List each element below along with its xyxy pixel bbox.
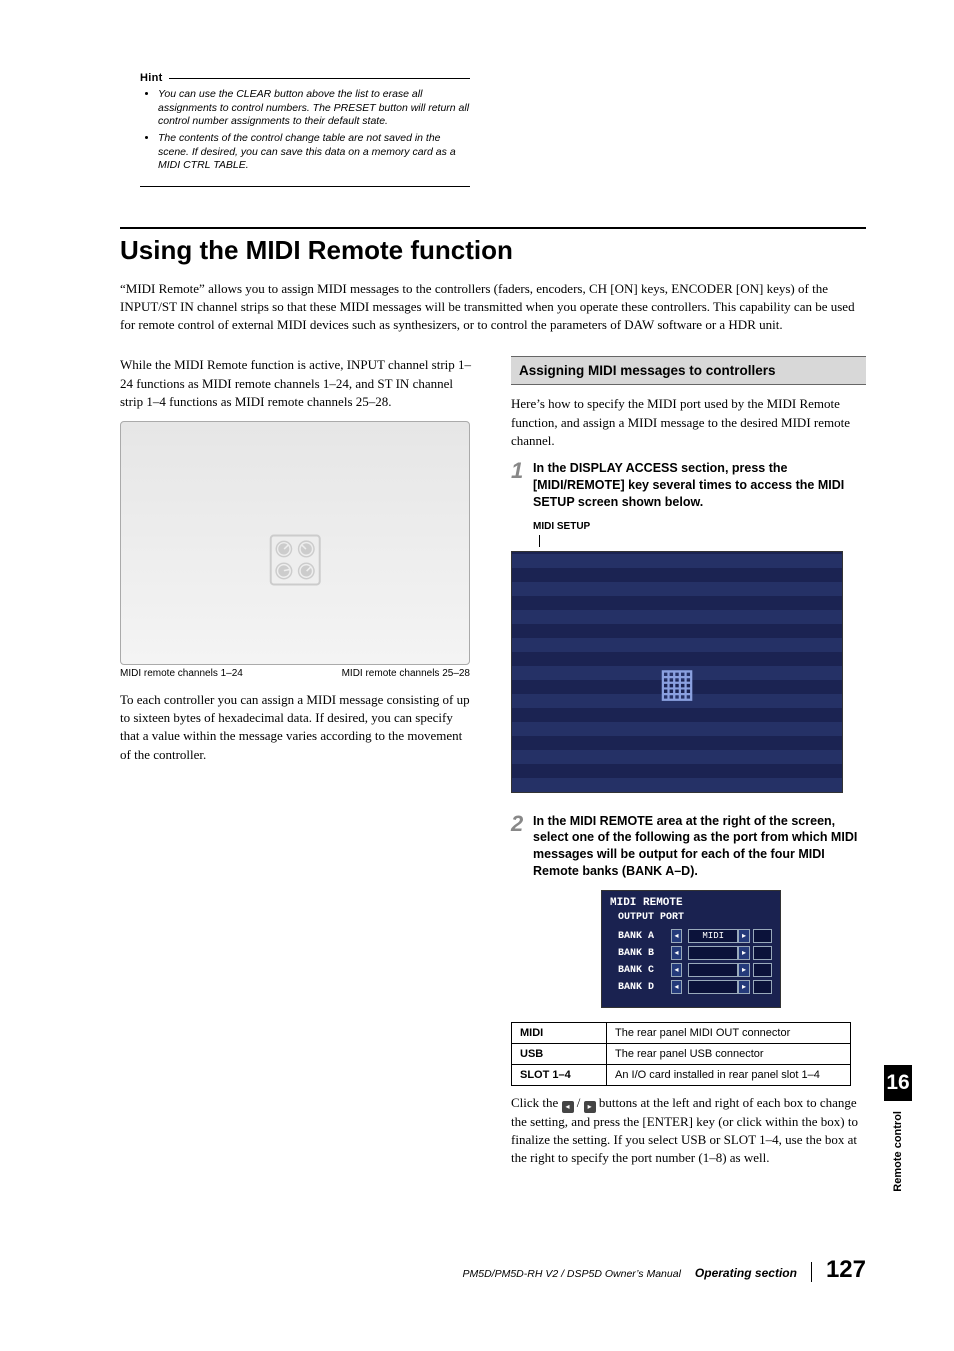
hint-block: Hint You can use the CLEAR button above … bbox=[140, 72, 470, 187]
step-number: 1 bbox=[511, 460, 533, 511]
bank-row: BANK A ◂ MIDI ▸ bbox=[610, 929, 772, 943]
prev-icon[interactable]: ◂ bbox=[671, 980, 683, 994]
page-number: 127 bbox=[826, 1256, 866, 1284]
right-arrow-icon: ▸ bbox=[584, 1101, 596, 1113]
table-row: SLOT 1–4 An I/O card installed in rear p… bbox=[512, 1065, 851, 1086]
step-text: In the MIDI REMOTE area at the right of … bbox=[533, 813, 866, 881]
console-illustration: 🎛 bbox=[120, 421, 470, 665]
prev-icon[interactable]: ◂ bbox=[671, 946, 683, 960]
port-num[interactable] bbox=[753, 980, 772, 994]
panel-title: MIDI REMOTE bbox=[610, 897, 772, 909]
body-text: Click the ◂ / ▸ buttons at the left and … bbox=[511, 1094, 866, 1168]
table-row: MIDI The rear panel MIDI OUT connector bbox=[512, 1023, 851, 1044]
port-num[interactable] bbox=[753, 963, 772, 977]
screen-label: MIDI SETUP bbox=[533, 521, 866, 547]
next-icon[interactable]: ▸ bbox=[738, 980, 750, 994]
section-tab: 16 Remote control bbox=[884, 1065, 912, 1192]
step-text: In the DISPLAY ACCESS section, press the… bbox=[533, 460, 866, 511]
body-text: To each controller you can assign a MIDI… bbox=[120, 691, 475, 764]
body-text: While the MIDI Remote function is active… bbox=[120, 356, 475, 411]
section-title: Operating section bbox=[695, 1266, 797, 1280]
table-row: USB The rear panel USB connector bbox=[512, 1044, 851, 1065]
subheading: Assigning MIDI messages to controllers bbox=[511, 356, 866, 385]
port-num[interactable] bbox=[753, 946, 772, 960]
panel-sub: OUTPUT PORT bbox=[610, 912, 772, 923]
bank-value[interactable] bbox=[688, 946, 738, 960]
page-title: Using the MIDI Remote function bbox=[120, 227, 866, 266]
connector-table: MIDI The rear panel MIDI OUT connector U… bbox=[511, 1022, 851, 1086]
intro-text: “MIDI Remote” allows you to assign MIDI … bbox=[120, 280, 866, 335]
left-arrow-icon: ◂ bbox=[562, 1101, 574, 1113]
step-number: 2 bbox=[511, 813, 533, 881]
hint-item: The contents of the control change table… bbox=[158, 132, 470, 173]
next-icon[interactable]: ▸ bbox=[738, 929, 750, 943]
bank-row: BANK B ◂ ▸ bbox=[610, 946, 772, 960]
port-num[interactable] bbox=[753, 929, 772, 943]
hint-title: Hint bbox=[140, 72, 163, 84]
bank-value[interactable] bbox=[688, 980, 738, 994]
next-icon[interactable]: ▸ bbox=[738, 946, 750, 960]
bank-value[interactable] bbox=[688, 963, 738, 977]
midi-remote-panel: MIDI REMOTE OUTPUT PORT BANK A ◂ MIDI ▸ … bbox=[601, 890, 781, 1008]
bank-value[interactable]: MIDI bbox=[688, 929, 738, 943]
caption: MIDI remote channels 1–24 bbox=[120, 668, 243, 679]
bank-row: BANK D ◂ ▸ bbox=[610, 980, 772, 994]
manual-title: PM5D/PM5D-RH V2 / DSP5D Owner’s Manual bbox=[462, 1268, 680, 1280]
bank-row: BANK C ◂ ▸ bbox=[610, 963, 772, 977]
next-icon[interactable]: ▸ bbox=[738, 963, 750, 977]
body-text: Here’s how to specify the MIDI port used… bbox=[511, 395, 866, 450]
prev-icon[interactable]: ◂ bbox=[671, 929, 683, 943]
midi-setup-screenshot: ▦ bbox=[511, 551, 843, 793]
prev-icon[interactable]: ◂ bbox=[671, 963, 683, 977]
caption: MIDI remote channels 25–28 bbox=[342, 668, 470, 679]
footer: PM5D/PM5D-RH V2 / DSP5D Owner’s Manual O… bbox=[120, 1256, 866, 1284]
hint-item: You can use the CLEAR button above the l… bbox=[158, 88, 470, 129]
chapter-label: Remote control bbox=[892, 1111, 904, 1192]
chapter-number: 16 bbox=[884, 1065, 912, 1101]
